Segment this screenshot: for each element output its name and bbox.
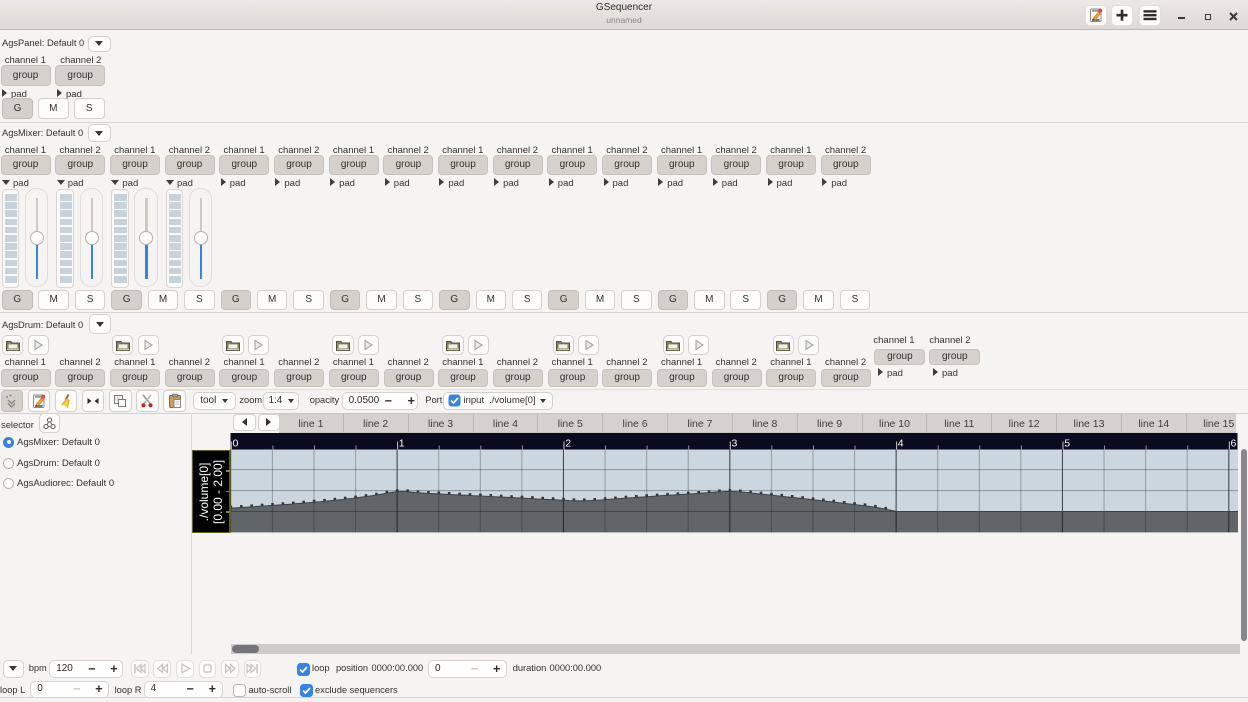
- svg-text:[0.00 - 2.00]: [0.00 - 2.00]: [211, 460, 225, 524]
- svg-text:3: 3: [732, 438, 738, 450]
- svg-text:4: 4: [898, 438, 904, 450]
- svg-text:1: 1: [399, 438, 405, 450]
- svg-text:./volume[0]: ./volume[0]: [197, 462, 211, 521]
- svg-text:5: 5: [1064, 438, 1070, 450]
- svg-text:2: 2: [565, 438, 571, 450]
- svg-text:0: 0: [233, 438, 239, 450]
- svg-text:6: 6: [1231, 438, 1237, 450]
